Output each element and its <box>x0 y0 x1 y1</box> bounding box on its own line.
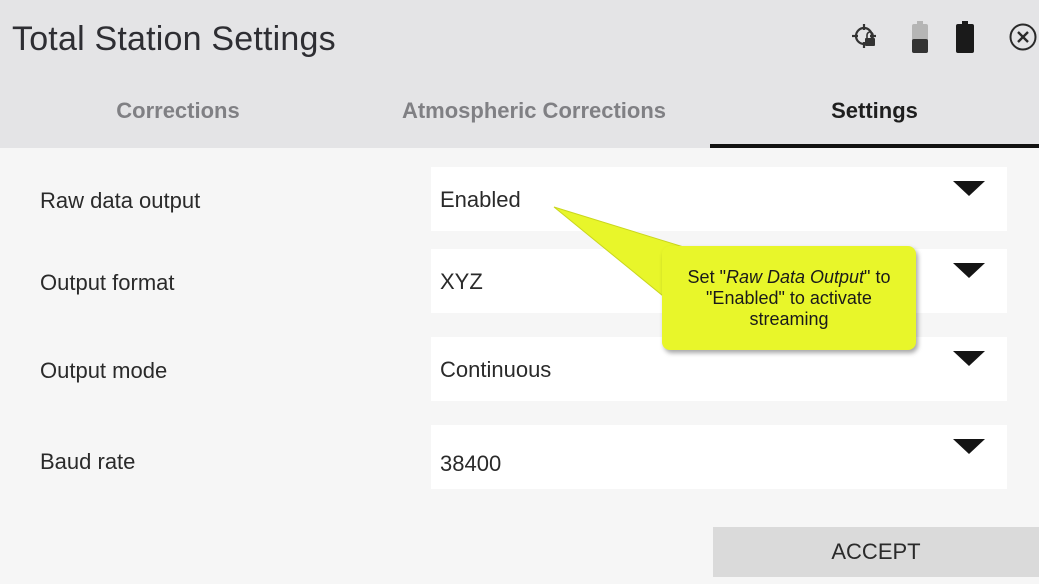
callout-annotation: Set "Raw Data Output" to "Enabled" to ac… <box>662 246 916 350</box>
callout-emphasis: Raw Data Output <box>725 266 865 287</box>
callout-text: Set "Raw Data Output" to "Enabled" to ac… <box>687 266 891 329</box>
